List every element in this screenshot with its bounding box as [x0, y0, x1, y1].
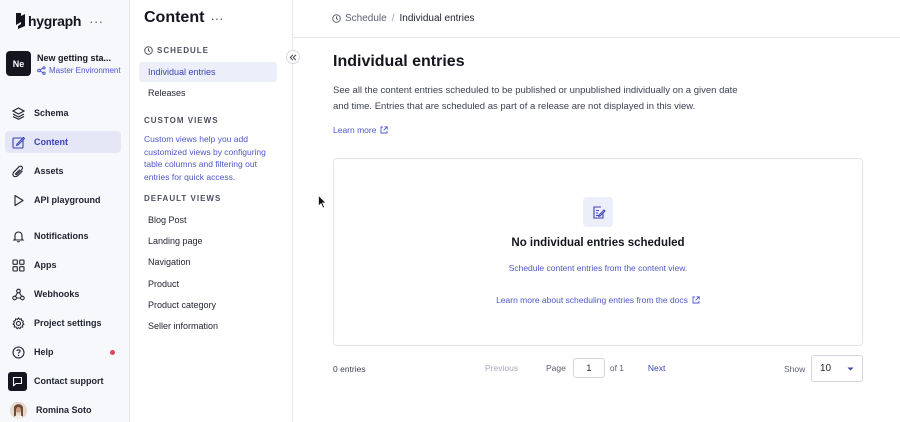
chat-icon: [8, 371, 27, 391]
branch-icon: [37, 65, 46, 75]
empty-state-subtitle: Schedule content entries from the conten…: [508, 263, 688, 273]
breadcrumb-separator: /: [391, 13, 395, 24]
page-label: Page: [546, 363, 566, 373]
project-name: New getting sta...: [37, 52, 112, 63]
paperclip-icon: [11, 164, 25, 178]
breadcrumb-current: Individual entries: [399, 13, 475, 24]
custom-views-heading: CUSTOM VIEWS: [144, 116, 219, 125]
mouse-cursor: [318, 195, 327, 209]
clock-icon: [144, 46, 153, 55]
next-page-button[interactable]: Next: [648, 363, 665, 373]
collapse-sidebar-button[interactable]: [286, 50, 300, 64]
panel-more-icon[interactable]: ···: [210, 11, 223, 26]
hygraph-logo-icon: [12, 13, 25, 29]
scheduled-entry-icon: [583, 197, 613, 227]
grid-icon: [11, 258, 25, 272]
primary-nav: hygraph ··· Ne New getting sta... Master…: [0, 0, 130, 422]
page-size-select[interactable]: 10: [811, 355, 863, 382]
custom-views-description: Custom views help you add customized vie…: [144, 134, 266, 182]
empty-state-card: No individual entries scheduled Schedule…: [333, 158, 863, 346]
breadcrumb-schedule[interactable]: Schedule: [332, 13, 387, 24]
play-icon: [11, 193, 25, 207]
nav-item-help[interactable]: Help: [5, 341, 121, 363]
bell-icon: [11, 229, 25, 243]
chevrons-left-icon: [289, 53, 297, 61]
default-views-heading: DEFAULT VIEWS: [144, 194, 222, 203]
nav-item-user-profile[interactable]: Romina Soto: [5, 399, 121, 421]
page-number-input[interactable]: [572, 358, 605, 378]
notification-dot: [110, 350, 115, 355]
content-sidebar: Content ··· SCHEDULE Individual entries …: [130, 0, 293, 422]
content-panel-title: Content ···: [144, 9, 224, 26]
nav-item-schema[interactable]: Schema: [5, 102, 121, 124]
clock-icon: [332, 14, 341, 23]
nav-item-contact-support[interactable]: Contact support: [5, 370, 121, 392]
entries-count: 0 entries: [333, 364, 366, 374]
total-pages-label: of 1: [609, 363, 625, 373]
empty-state-title: No individual entries scheduled: [511, 237, 685, 249]
pagination: Previous Page of 1 Next: [485, 358, 665, 378]
project-avatar: Ne: [6, 51, 31, 76]
view-item-product[interactable]: Product: [139, 274, 277, 294]
learn-more-link[interactable]: Learn more: [333, 125, 389, 135]
main-content: Schedule / Individual entries Individual…: [293, 0, 900, 422]
schedule-item-releases[interactable]: Releases: [139, 83, 277, 103]
view-item-seller-information[interactable]: Seller information: [139, 316, 277, 336]
nav-item-apps[interactable]: Apps: [5, 254, 121, 276]
brand-more-icon[interactable]: ···: [89, 14, 104, 29]
nav-item-content[interactable]: Content: [5, 131, 121, 153]
nav-item-webhooks[interactable]: Webhooks: [5, 283, 121, 305]
view-item-landing-page[interactable]: Landing page: [139, 231, 277, 251]
page-title: Individual entries: [333, 53, 465, 70]
nav-item-project-settings[interactable]: Project settings: [5, 312, 121, 334]
view-item-navigation[interactable]: Navigation: [139, 252, 277, 272]
page-description: See all the content entries scheduled to…: [333, 85, 738, 112]
gear-icon: [11, 316, 25, 330]
view-item-product-category[interactable]: Product category: [139, 295, 277, 315]
view-item-blog-post[interactable]: Blog Post: [139, 210, 277, 230]
content-edit-icon: [11, 135, 25, 149]
schedule-item-individual-entries[interactable]: Individual entries: [139, 62, 277, 82]
page-size-label: Show: [784, 364, 806, 374]
help-icon: [11, 345, 25, 359]
project-switcher[interactable]: Ne New getting sta... Master Environment: [6, 51, 121, 76]
nav-item-assets[interactable]: Assets: [5, 160, 121, 182]
external-link-icon: [692, 296, 700, 304]
docs-link[interactable]: Learn more about scheduling entries from…: [334, 295, 862, 305]
user-avatar: [10, 401, 27, 419]
schema-icon: [11, 106, 25, 120]
nav-item-notifications[interactable]: Notifications: [5, 225, 121, 247]
previous-page-button[interactable]: Previous: [485, 363, 546, 373]
environment-label[interactable]: Master Environment: [37, 66, 121, 75]
webhook-icon: [11, 287, 25, 301]
brand-name: hygraph: [28, 13, 82, 29]
schedule-heading: SCHEDULE: [144, 46, 209, 55]
caret-down-icon: [847, 367, 854, 371]
breadcrumb: Schedule / Individual entries: [293, 0, 900, 38]
external-link-icon: [380, 126, 389, 134]
nav-item-api-playground[interactable]: API playground: [5, 189, 121, 211]
hygraph-logo[interactable]: hygraph ···: [12, 13, 104, 29]
